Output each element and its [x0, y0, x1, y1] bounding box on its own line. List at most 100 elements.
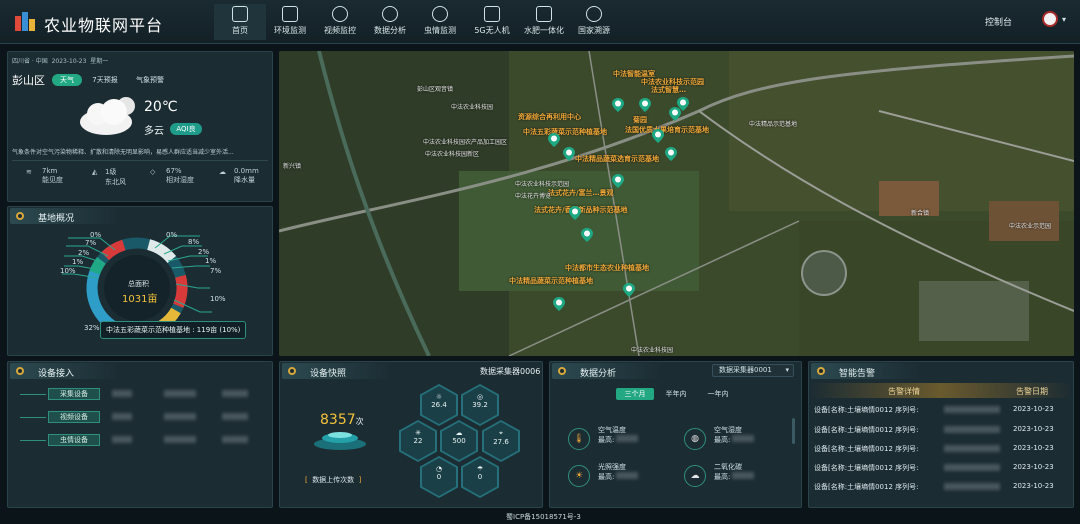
condition: 多云 — [144, 126, 164, 137]
visibility-icon: ≋ — [26, 168, 32, 176]
nav-data-analysis[interactable]: 数据分析 — [364, 4, 416, 40]
title-dot-icon — [16, 367, 24, 375]
alert-row[interactable]: 设备[名称:土壤墒情0012 序列号: 2023-10-23 — [810, 441, 1072, 459]
console-link[interactable]: 控制台 — [985, 15, 1012, 28]
drop-icon: ◎ — [476, 393, 484, 401]
tab-three-months[interactable]: 三个月 — [616, 388, 654, 400]
map-pin-icon[interactable] — [553, 297, 565, 311]
map-place-label: 新合镇 — [911, 210, 930, 217]
map-pin-icon[interactable] — [563, 147, 575, 161]
alerts-title: 智能告警 — [839, 369, 876, 379]
tab-7day[interactable]: 7天预报 — [88, 74, 122, 86]
user-avatar[interactable] — [1042, 11, 1058, 27]
redacted-text — [222, 413, 248, 420]
redacted-text — [732, 435, 754, 442]
map-pin-icon[interactable] — [581, 228, 593, 242]
thermometer-icon: 🌡 — [568, 428, 590, 450]
base-title: 基地概况 — [38, 214, 75, 224]
pct-right-2: 2% — [198, 248, 210, 256]
collector-device-button[interactable]: 采集设备 — [48, 388, 100, 400]
map-pin-icon[interactable] — [665, 147, 677, 161]
map-pin-icon[interactable] — [612, 174, 624, 188]
map-place-label: 中法农业科技园 — [451, 104, 494, 111]
map-pin-icon[interactable] — [623, 283, 635, 297]
rain-icon: ☁ — [219, 168, 226, 176]
weather-location: 四川省 · 中国 2023-10-23 星期一 — [12, 58, 109, 65]
map-pin-icon[interactable] — [612, 98, 624, 112]
nav-pest[interactable]: 虫情监测 — [414, 4, 466, 40]
aqi-badge: AQI良 — [170, 123, 202, 135]
connector-line — [20, 394, 46, 395]
col-date: 告警日期 — [1016, 387, 1048, 396]
redacted-text — [222, 436, 248, 443]
donut-center-label: 总面积 — [128, 280, 149, 288]
nav-drone[interactable]: 5G无人机 — [466, 4, 518, 40]
cloud-icon — [80, 97, 135, 135]
district-name: 彭山区 — [12, 74, 45, 87]
collector-select[interactable]: 数据采集器0001 ▾ — [712, 364, 794, 377]
redacted-text — [164, 390, 196, 397]
redacted-text — [112, 390, 132, 397]
light-icon: ☀ — [568, 465, 590, 487]
map-place-label: 新兴镇 — [283, 163, 302, 170]
tab-one-year[interactable]: 一年内 — [700, 388, 736, 400]
redacted-text — [112, 413, 132, 420]
co2-icon: ☁ — [684, 465, 706, 487]
nav-env-monitor[interactable]: 环境监测 — [264, 4, 316, 40]
video-device-button[interactable]: 视频设备 — [48, 411, 100, 423]
map-label: 法式花卉/富兰…景观 — [548, 189, 614, 197]
drop-icon: ◔ — [435, 465, 443, 473]
nav-home[interactable]: 首页 — [214, 4, 266, 40]
redacted-text — [112, 436, 132, 443]
pct-right-0: 0% — [166, 231, 178, 239]
redacted-text — [164, 413, 196, 420]
redacted-text — [732, 472, 754, 479]
title-dot-icon — [817, 367, 825, 375]
scrollbar[interactable] — [792, 418, 795, 444]
map-place-label: 中法农业示范园 — [1009, 223, 1052, 230]
analysis-title: 数据分析 — [580, 369, 617, 379]
pedestal-icon — [314, 432, 366, 450]
satellite-map[interactable]: 中法智能温室 中法农业科技示范园 法式智慧… 资源综合再利用中心 菊园 中法五彩… — [279, 51, 1074, 356]
alert-row[interactable]: 设备[名称:土壤墒情0012 序列号: 2023-10-23 — [810, 422, 1072, 440]
search-icon — [586, 6, 602, 22]
map-label: 中法精品蔬菜选育示范基地 — [575, 155, 659, 163]
title-dot-icon — [558, 367, 566, 375]
pest-device-button[interactable]: 虫情设备 — [48, 434, 100, 446]
footer-icp[interactable]: 蜀ICP备15018571号-3 — [506, 512, 581, 522]
chevron-down-icon: ▾ — [785, 366, 789, 374]
map-pin-icon[interactable] — [569, 206, 581, 220]
map-place-label: 中法精品示范基地 — [749, 121, 798, 128]
sun-icon: ✳ — [415, 429, 421, 437]
device-access-panel — [7, 361, 273, 508]
stat-wind: 1级 东北风 — [105, 168, 126, 186]
chevron-down-icon[interactable]: ▾ — [1062, 15, 1066, 24]
drone-icon — [484, 6, 500, 22]
tab-alert[interactable]: 气象预警 — [132, 74, 168, 86]
tab-weather[interactable]: 天气 — [52, 74, 82, 86]
redacted-text — [164, 436, 196, 443]
map-label: 中法五彩蔬菜示范种植基地 — [523, 128, 607, 136]
map-label: 法国优质水果培育示范基地 — [625, 126, 709, 134]
map-pin-icon[interactable] — [652, 129, 664, 143]
map-pin-icon[interactable] — [669, 107, 681, 121]
alert-row[interactable]: 设备[名称:土壤墒情0012 序列号: 2023-10-23 — [810, 460, 1072, 478]
map-place-label: 中法农业科技示范园 — [515, 181, 570, 188]
tab-half-year[interactable]: 半年内 — [658, 388, 694, 400]
nav-water[interactable]: 水肥一体化 — [518, 4, 570, 40]
home-icon — [232, 6, 248, 22]
upload-count-label: [ 数据上传次数 ] — [305, 476, 362, 484]
map-place-label: 中法农业科技园新区 — [425, 151, 480, 158]
map-label: 法式智慧… — [651, 86, 686, 94]
alert-row[interactable]: 设备[名称:土壤墒情0012 序列号: 2023-10-23 — [810, 402, 1072, 420]
pct-right-3: 1% — [205, 257, 217, 265]
map-pin-icon[interactable] — [639, 98, 651, 112]
weather-note: 气象条件对空气污染物稀释、扩散和清除无明显影响，易感人群应适当减少室外活... — [12, 149, 234, 156]
cube-icon — [282, 6, 298, 22]
map-pin-icon[interactable] — [548, 133, 560, 147]
map-label: 资源综合再利用中心 — [518, 113, 581, 121]
alert-row[interactable]: 设备[名称:土壤墒情0012 序列号: 2023-10-23 — [810, 479, 1072, 497]
nav-trace[interactable]: 国家溯源 — [568, 4, 620, 40]
nav-video[interactable]: 视频监控 — [314, 4, 366, 40]
map-place-label: 中法花卉博览 — [515, 193, 552, 200]
